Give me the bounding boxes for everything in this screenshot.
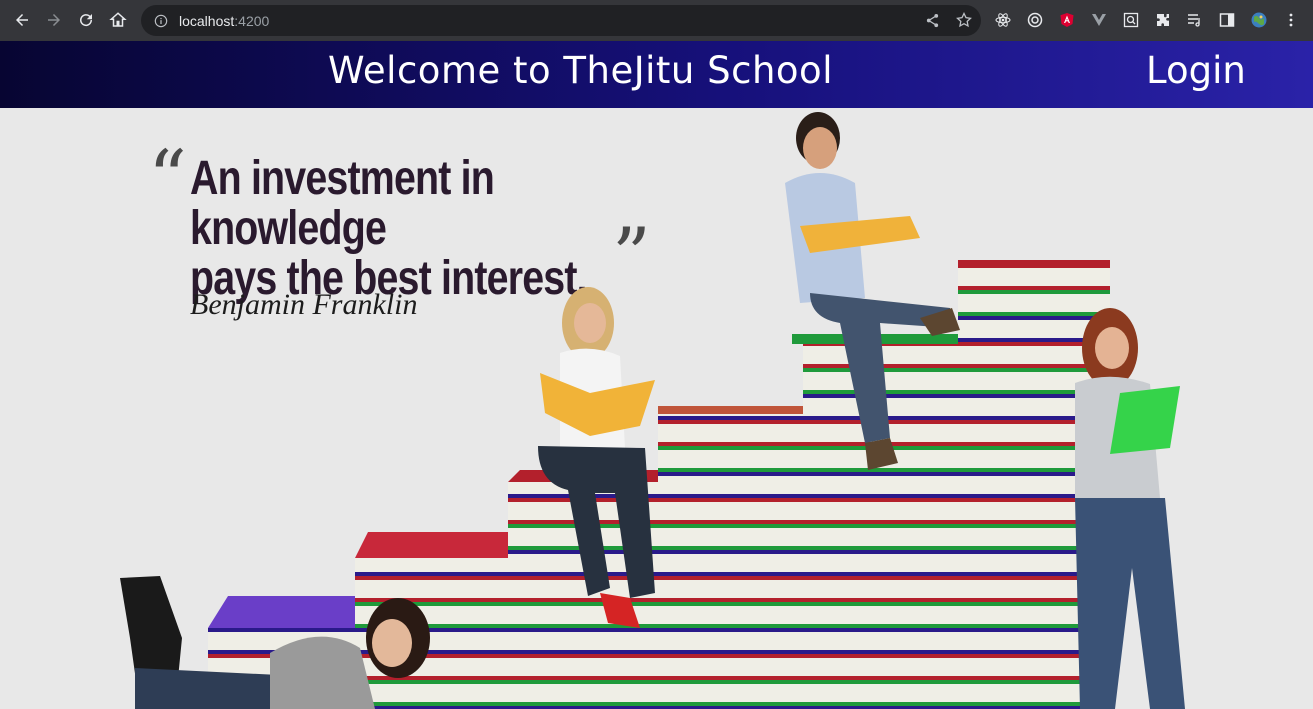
home-icon[interactable] [102,4,134,36]
page-title: Welcome to TheJitu School [328,49,833,92]
angular-devtools-icon[interactable] [1056,9,1078,31]
vue-devtools-icon[interactable] [1088,9,1110,31]
login-link[interactable]: Login [1146,49,1246,92]
app-header: Welcome to TheJitu School Login [0,41,1313,108]
students-on-books-illustration [120,112,1185,709]
back-icon[interactable] [6,4,38,36]
bookmark-star-icon[interactable] [955,11,973,29]
menu-kebab-icon[interactable] [1280,9,1302,31]
reading-list-icon[interactable] [1184,9,1206,31]
url-text: localhost:4200 [179,12,270,29]
address-bar[interactable]: localhost:4200 [141,5,981,36]
side-panel-icon[interactable] [1216,9,1238,31]
reload-icon[interactable] [70,4,102,36]
extensions-puzzle-icon[interactable] [1152,9,1174,31]
forward-icon[interactable] [38,4,70,36]
browser-toolbar: localhost:4200 [0,0,1313,41]
profile-avatar-icon[interactable] [1248,9,1270,31]
hero-section: “ An investment in knowledge pays the be… [0,108,1313,709]
extension-search-icon[interactable] [1120,9,1142,31]
extension-circle-icon[interactable] [1024,9,1046,31]
info-icon[interactable] [153,13,169,29]
woman-standing-reading-figure [1075,308,1185,709]
share-icon[interactable] [923,11,941,29]
react-devtools-icon[interactable] [992,9,1014,31]
